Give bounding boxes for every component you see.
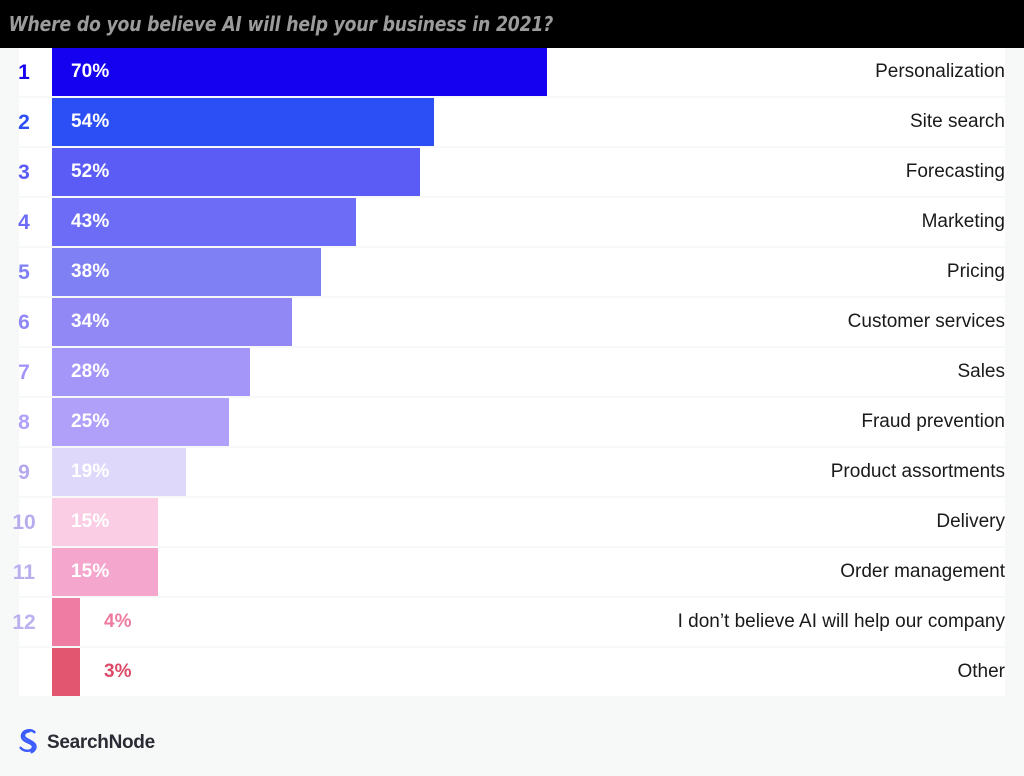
- category-label: Product assortments: [830, 461, 1005, 482]
- bar-value-label: 25%: [71, 411, 110, 432]
- bar-value-label: 15%: [71, 511, 110, 532]
- bar: 25%: [52, 398, 229, 446]
- rank-number: 7: [18, 360, 30, 384]
- brand-wordmark: SearchNode: [47, 732, 155, 753]
- bar-track: 38% Pricing: [52, 248, 1024, 296]
- rank-number: 1: [18, 60, 30, 84]
- chart-row: 7 28% Sales: [0, 348, 1024, 396]
- rank-number: 2: [18, 110, 30, 134]
- bar: 52%: [52, 148, 420, 196]
- chart-row: 1 70% Personalization: [0, 48, 1024, 96]
- bar: [52, 648, 80, 696]
- bar: 43%: [52, 198, 356, 246]
- bar-track: 4% I don’t believe AI will help our compa…: [52, 598, 1024, 646]
- rank-number: 11: [12, 560, 36, 584]
- chart-row: 5 38% Pricing: [0, 248, 1024, 296]
- rank-number: 4: [18, 210, 30, 234]
- rank-number: 5: [18, 260, 30, 284]
- category-label: I don’t believe AI will help our company: [677, 611, 1005, 632]
- bar-value-label: 34%: [71, 311, 110, 332]
- bar: 70%: [52, 48, 547, 96]
- rank-number: 8: [18, 410, 30, 434]
- footer-branding: SearchNode: [0, 710, 1024, 776]
- category-label: Marketing: [921, 211, 1005, 232]
- bar-value-label: 43%: [71, 211, 110, 232]
- chart-row: 8 25% Fraud prevention: [0, 398, 1024, 446]
- category-label: Other: [957, 661, 1005, 682]
- bar-track: 19% Product assortments: [52, 448, 1024, 496]
- category-label: Pricing: [946, 261, 1005, 282]
- bar: 15%: [52, 498, 158, 546]
- bar-track: 34% Customer services: [52, 298, 1024, 346]
- bar-track: 70% Personalization: [52, 48, 1024, 96]
- bar-value-label: 38%: [71, 261, 110, 282]
- bar: 54%: [52, 98, 434, 146]
- bar: 28%: [52, 348, 250, 396]
- bar-track: 15% Delivery: [52, 498, 1024, 546]
- bar-track: 15% Order management: [52, 548, 1024, 596]
- chart-row: 12 4% I don’t believe AI will help our com…: [0, 598, 1024, 646]
- chart-row: 3% Other: [0, 648, 1024, 696]
- bar-value-label: 19%: [71, 461, 110, 482]
- bar-value-label: 52%: [71, 161, 110, 182]
- chart-page: Where do you believe AI will help your b…: [0, 0, 1024, 776]
- category-label: Sales: [957, 361, 1005, 382]
- category-label: Delivery: [936, 511, 1005, 532]
- category-label: Personalization: [875, 61, 1005, 82]
- bar-value-label: 3%: [104, 661, 132, 682]
- chart-row: 4 43% Marketing: [0, 198, 1024, 246]
- bar: 38%: [52, 248, 321, 296]
- bar-track: 28% Sales: [52, 348, 1024, 396]
- category-label: Site search: [909, 111, 1005, 132]
- bar-track: 52% Forecasting: [52, 148, 1024, 196]
- rank-number: 9: [18, 460, 30, 484]
- chart-row: 9 19% Product assortments: [0, 448, 1024, 496]
- rank-number: 10: [12, 510, 36, 534]
- category-label: Forecasting: [905, 161, 1005, 182]
- bar-track: 25% Fraud prevention: [52, 398, 1024, 446]
- rank-number: 12: [12, 610, 36, 634]
- chart-header-bar: Where do you believe AI will help your b…: [0, 0, 1024, 48]
- bar-value-label: 4%: [104, 611, 132, 632]
- bar: [52, 598, 80, 646]
- bar: 15%: [52, 548, 158, 596]
- bar-value-label: 15%: [71, 561, 110, 582]
- searchnode-s-logo-icon: [16, 728, 40, 759]
- bar-value-label: 54%: [71, 111, 110, 132]
- category-label: Order management: [840, 561, 1005, 582]
- bar: 34%: [52, 298, 292, 346]
- bar-value-label: 70%: [71, 61, 110, 82]
- chart-row: 10 15% Delivery: [0, 498, 1024, 546]
- rank-number: 3: [18, 160, 30, 184]
- chart-row: 2 54% Site search: [0, 98, 1024, 146]
- horizontal-bar-chart: 1 70% Personalization 2 54% Site search 3 52% Fo…: [0, 48, 1024, 710]
- category-label: Fraud prevention: [861, 411, 1005, 432]
- chart-row: 6 34% Customer services: [0, 298, 1024, 346]
- bar-track: 3% Other: [52, 648, 1024, 696]
- rank-number: 6: [18, 310, 30, 334]
- bar-track: 54% Site search: [52, 98, 1024, 146]
- chart-row: 3 52% Forecasting: [0, 148, 1024, 196]
- bar-track: 43% Marketing: [52, 198, 1024, 246]
- category-label: Customer services: [847, 311, 1005, 332]
- page-title: Where do you believe AI will help your b…: [8, 12, 554, 36]
- bar: 19%: [52, 448, 186, 496]
- chart-row: 11 15% Order management: [0, 548, 1024, 596]
- bar-value-label: 28%: [71, 361, 110, 382]
